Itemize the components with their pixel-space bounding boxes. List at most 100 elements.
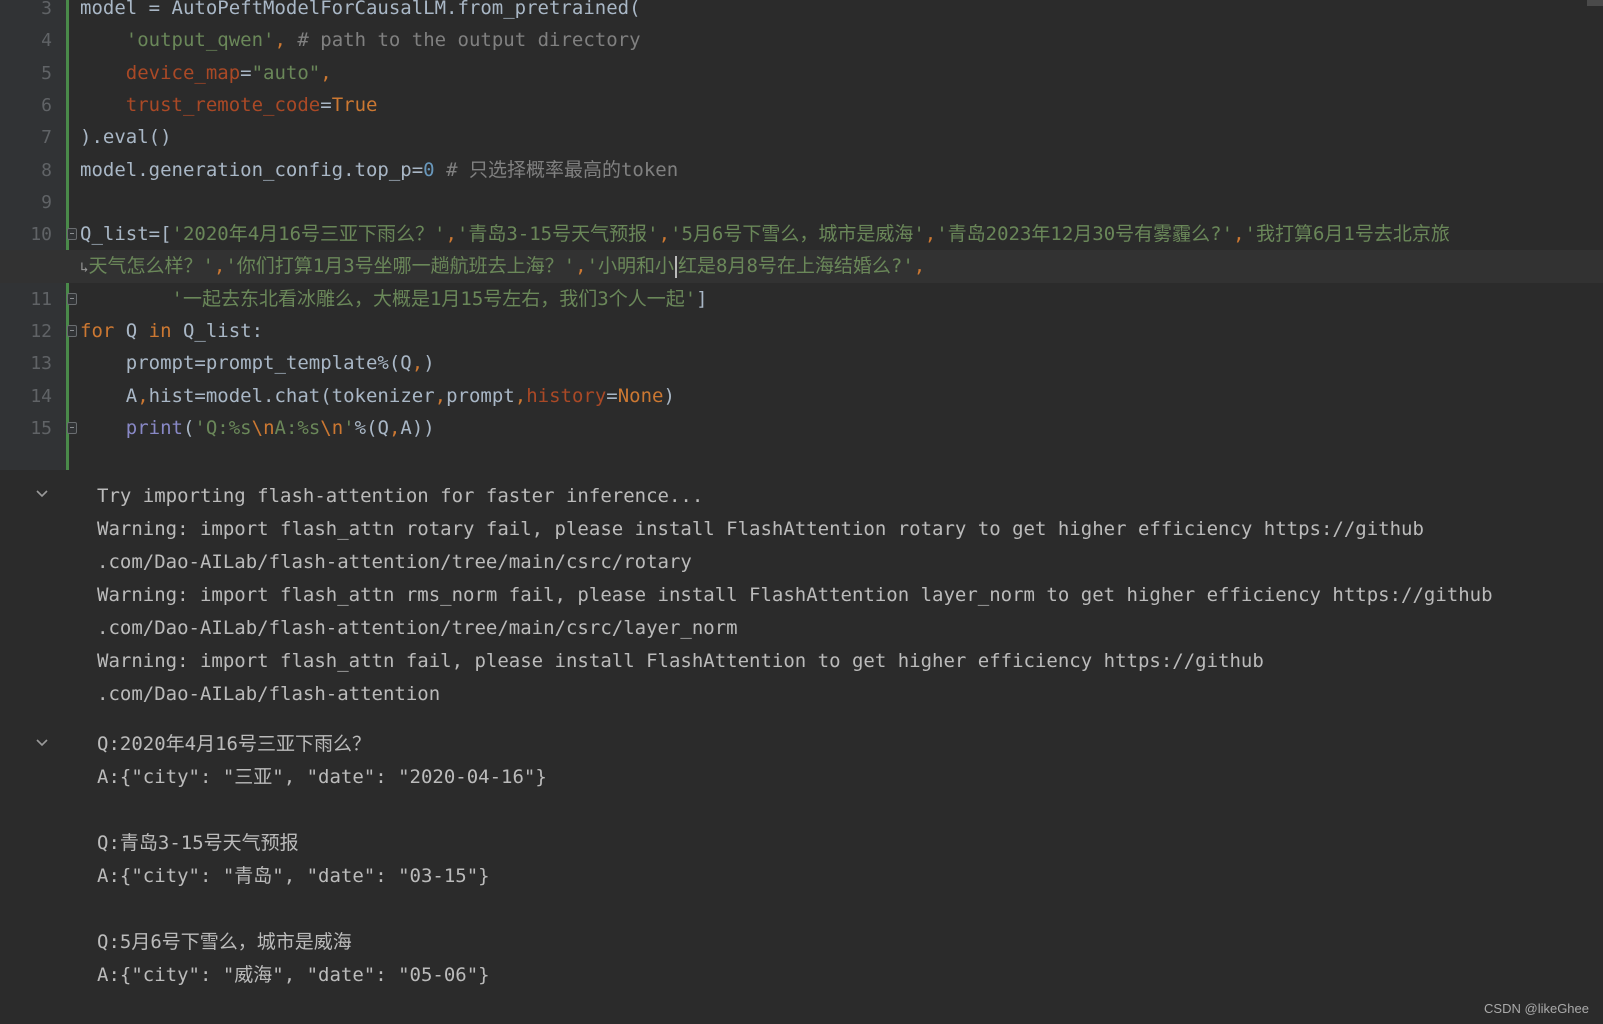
code-token: prompt=prompt_template%(Q xyxy=(80,352,412,375)
code-text: print('Q:%s\nA:%s\n'%(Q,A)) xyxy=(80,412,435,445)
code-token: Q_list: xyxy=(171,320,264,342)
output-line: A:{"city": "三亚", "date": "2020-04-16"} xyxy=(97,766,547,788)
code-token: history xyxy=(526,384,607,407)
code-token: \n xyxy=(251,416,275,439)
output-line: Warning: import flash_attn fail, please … xyxy=(97,650,1264,672)
code-token: = xyxy=(320,93,332,116)
code-text: Q_list=['2020年4月16号三亚下雨么？','青岛3-15号天气预报'… xyxy=(80,218,1450,251)
code-token: 红是8月8号在上海结婚么?' xyxy=(678,255,914,278)
text-caret xyxy=(675,255,678,278)
output-line: Q:青岛3-15号天气预报 xyxy=(97,832,299,854)
output-line: A:{"city": "青岛", "date": "03-15"} xyxy=(97,865,490,887)
code-text: ).eval() xyxy=(80,121,172,154)
code-text: for Q in Q_list: xyxy=(80,315,263,348)
output-line: Warning: import flash_attn rms_norm fail… xyxy=(97,584,1493,606)
code-line[interactable]: 13 prompt=prompt_template%(Q,) xyxy=(0,347,1603,380)
code-token: %(Q xyxy=(354,416,389,439)
code-token: , xyxy=(411,352,424,375)
code-line[interactable]: 4 'output_qwen', # path to the output di… xyxy=(0,24,1603,57)
code-token: , xyxy=(320,61,332,84)
code-line[interactable]: 15 print('Q:%s\nA:%s\n'%(Q,A)) xyxy=(0,412,1603,445)
code-token: trust_remote_code xyxy=(125,93,321,116)
code-token: , xyxy=(1233,223,1245,246)
line-number: 14 xyxy=(30,385,52,407)
code-line[interactable]: 3 model = AutoPeftModelForCausalLM.from_p… xyxy=(0,0,1603,25)
line-number: 12 xyxy=(30,321,52,342)
output-log-block: Try importing flash-attention for faster… xyxy=(97,480,1493,711)
code-text: model.generation_config.top_p=0 # 只选择概率最… xyxy=(80,154,678,187)
line-number: 13 xyxy=(30,353,52,375)
line-number: 4 xyxy=(41,30,52,52)
code-token: '青岛2023年12月30号有雾霾么?' xyxy=(936,223,1234,246)
line-number: 11 xyxy=(30,288,52,310)
output-line: A:{"city": "威海", "date": "05-06"} xyxy=(97,964,490,986)
code-token: '2020年4月16号三亚下雨么？' xyxy=(171,223,446,246)
code-token: , xyxy=(137,384,149,407)
code-token: , xyxy=(445,223,457,246)
code-text: trust_remote_code=True xyxy=(80,89,378,122)
fold-marker-icon[interactable] xyxy=(67,292,77,305)
code-token: A:%s xyxy=(274,416,321,439)
code-token: True xyxy=(331,93,378,116)
code-token: ).eval() xyxy=(80,126,172,149)
code-token: 'Q:%s xyxy=(194,416,252,439)
output-line: Try importing flash-attention for faster… xyxy=(97,485,704,507)
output-results-block: Q:2020年4月16号三亚下雨么？ A:{"city": "三亚", "date… xyxy=(97,728,547,992)
code-token: prompt xyxy=(446,384,515,407)
code-token: , xyxy=(913,255,926,278)
code-token: ' xyxy=(343,416,355,439)
code-text: A,hist=model.chat(tokenizer,prompt,histo… xyxy=(80,380,675,413)
code-token: # 只选择概率最高的token xyxy=(434,158,679,181)
code-token: '小明和小 xyxy=(586,255,675,278)
fold-marker-icon[interactable] xyxy=(67,228,77,241)
code-token: model = AutoPeftModelForCausalLM.from_pr… xyxy=(80,0,641,19)
code-line[interactable]: 7 ).eval() xyxy=(0,121,1603,154)
code-token: ) xyxy=(423,352,435,375)
code-token: \n xyxy=(320,416,344,439)
code-token: = xyxy=(606,384,618,407)
watermark: CSDN @likeGhee xyxy=(1484,1001,1589,1016)
code-line[interactable]: 11 '一起去东北看冰雕么，大概是1月15号左右，我们3个人一起'] xyxy=(0,283,1603,316)
chevron-down-icon[interactable] xyxy=(35,486,49,500)
output-line: .com/Dao-AILab/flash-attention/tree/main… xyxy=(97,617,738,639)
code-token: , xyxy=(274,29,298,52)
output-line: .com/Dao-AILab/flash-attention xyxy=(97,683,441,705)
fold-marker-icon[interactable] xyxy=(67,421,77,434)
code-token: hist=model.chat(tokenizer xyxy=(148,384,435,407)
output-line: Warning: import flash_attn rotary fail, … xyxy=(97,518,1424,540)
code-token: "auto" xyxy=(251,61,321,84)
code-token: ( xyxy=(182,416,195,439)
line-number: 3 xyxy=(41,0,52,19)
code-token: , xyxy=(514,384,527,407)
line-number: 5 xyxy=(41,62,52,84)
code-text: '一起去东北看冰雕么，大概是1月15号左右，我们3个人一起'] xyxy=(80,283,708,316)
code-token: , xyxy=(658,223,671,246)
code-token: Q_list=[ xyxy=(80,223,172,246)
code-editor[interactable]: 3 model = AutoPeftModelForCausalLM.from_p… xyxy=(0,0,1603,470)
code-line[interactable]: ↳天气怎么样？','你们打算1月3号坐哪一趟航班去上海？','小明和小 红是8月8… xyxy=(0,250,1603,284)
chevron-down-icon[interactable] xyxy=(35,735,49,749)
cell-output-area: Try importing flash-attention for faster… xyxy=(0,470,1603,1024)
line-number: 10 xyxy=(30,224,52,246)
code-text: prompt=prompt_template%(Q,) xyxy=(80,347,435,380)
code-token: None xyxy=(617,384,664,407)
code-token: for xyxy=(80,320,115,342)
code-token: in xyxy=(148,320,172,342)
code-line[interactable]: 8 model.generation_config.top_p=0 # 只选择概率… xyxy=(0,154,1603,187)
line-number: 7 xyxy=(41,127,52,149)
code-line[interactable]: 14 A,hist=model.chat(tokenizer,prompt,hi… xyxy=(0,380,1603,413)
code-line[interactable]: 9 xyxy=(0,186,1603,219)
fold-marker-icon[interactable] xyxy=(67,325,77,337)
line-number: 6 xyxy=(41,94,52,116)
line-number: 9 xyxy=(41,191,52,213)
code-token: , xyxy=(434,384,447,407)
output-line: Q:2020年4月16号三亚下雨么？ xyxy=(97,733,371,755)
code-token: , xyxy=(213,255,226,278)
code-line[interactable]: 5 device_map="auto", xyxy=(0,57,1603,90)
code-line[interactable]: 10 Q_list=['2020年4月16号三亚下雨么？','青岛3-15号天气预… xyxy=(0,218,1603,251)
code-line[interactable]: 12 for Q in Q_list: xyxy=(0,315,1603,348)
code-line[interactable]: 6 trust_remote_code=True xyxy=(0,89,1603,122)
